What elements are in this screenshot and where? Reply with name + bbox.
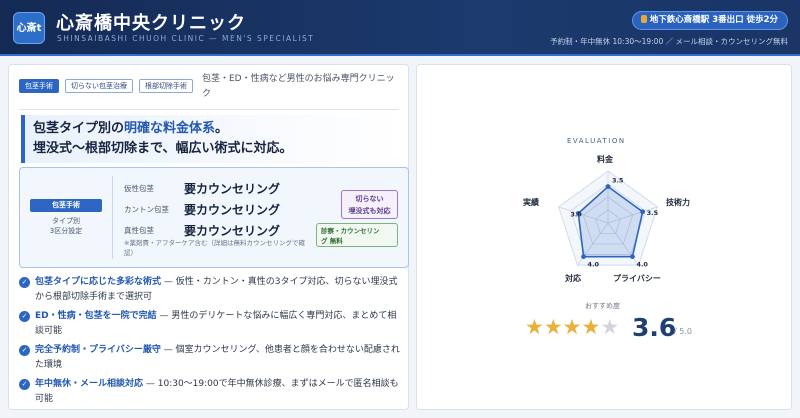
radar-chart: 3.5 3.5 4.0 4.0 3.0 xyxy=(558,170,659,269)
tag-item[interactable]: 根部切除手術 xyxy=(139,79,193,93)
price-type-note: タイプ別 3区分設定 xyxy=(49,217,83,235)
feature-title: 完全予約制・プライバシー厳守 xyxy=(35,345,161,355)
access-text: 地下鉄心斎橋駅 3番出口 徒歩2分 xyxy=(649,15,778,25)
price-row-value: 要カウンセリング xyxy=(184,224,281,238)
feature-title: ED・性病・包茎を一院で完結 xyxy=(35,311,157,321)
check-icon: ✓ xyxy=(19,379,30,390)
access-badge: 地下鉄心斎橋駅 3番出口 徒歩2分 xyxy=(631,11,788,30)
feature-title: 包茎タイプに応じた多彩な術式 xyxy=(35,277,162,287)
price-note: ※薬剤費・アフターケア含む（詳細は無料カウンセリングで確認） xyxy=(124,239,305,257)
radar-value-label: 4.0 xyxy=(636,261,648,269)
non-incision-badge: 切らない 埋没式も対応 xyxy=(341,190,398,219)
clinic-subtitle: SHINSAIBASHI CHUOH CLINIC — MEN'S SPECIA… xyxy=(57,34,315,43)
feature-list: ✓ 包茎タイプに応じた多彩な術式 — 仮性・カントン・真性の3タイプ対応、切らない… xyxy=(19,275,404,411)
star-rating: ★★★★★ xyxy=(525,315,619,339)
clinic-description: 包茎・ED・性病など男性のお悩み専門クリニック xyxy=(202,74,395,99)
headline-box: 包茎タイプ別の明確な料金体系。 埋没式〜根部切除まで、幅広い術式に対応。 xyxy=(21,115,399,163)
evaluation-panel: EVALUATION 3.5 3.5 4.0 4.0 3.0 料金 技術力 プライバシー… xyxy=(416,64,792,410)
free-counseling-badge: 診察・カウンセリング 無料 xyxy=(316,223,398,247)
hours-text: 予約制・年中無休 10:30〜19:00 ／ メール相談・カウンセリング無料 xyxy=(550,37,788,46)
feature-item: ✓ ED・性病・包茎を一院で完結 — 男性のデリケートな悩みに幅広く専門対応、まと… xyxy=(19,309,404,339)
radar-value-label: 3.5 xyxy=(612,177,624,185)
price-row-label: カントン包茎 xyxy=(124,205,169,214)
radar-label-price: 料金 xyxy=(597,155,613,164)
recommend-score: 3.6 xyxy=(632,313,677,342)
treatment-tags: 包茎手術 切らない包茎治療 根部切除手術 xyxy=(19,79,193,93)
radar-label-support: 対応 xyxy=(565,274,581,283)
feature-item: ✓ 完全予約制・プライバシー厳守 — 個室カウンセリング、他患者と顔を合わせない配… xyxy=(19,343,404,373)
radar-value-label: 3.5 xyxy=(647,209,659,217)
tag-item[interactable]: 包茎手術 xyxy=(19,79,59,93)
tag-item[interactable]: 切らない包茎治療 xyxy=(65,79,133,93)
score-max: / 5.0 xyxy=(674,327,692,336)
price-badge: 包茎手術 xyxy=(30,199,102,212)
feature-item: ✓ 包茎タイプに応じた多彩な術式 — 仮性・カントン・真性の3タイプ対応、切らない… xyxy=(19,275,404,305)
price-row: 真性包茎 要カウンセリング xyxy=(124,220,280,238)
radar-point xyxy=(630,254,635,260)
price-row-value: 要カウンセリング xyxy=(184,182,281,196)
clinic-logo[interactable]: 心斎t xyxy=(13,12,45,44)
radar-label-privacy: プライバシー xyxy=(613,274,661,283)
price-divider xyxy=(112,176,113,259)
price-row-label: 仮性包茎 xyxy=(124,184,154,193)
price-row-value: 要カウンセリング xyxy=(184,203,281,217)
price-row: カントン包茎 要カウンセリング xyxy=(124,199,280,217)
radar-point xyxy=(640,209,646,215)
divider xyxy=(19,109,399,110)
radar-value-label: 4.0 xyxy=(588,261,600,269)
star-icon: ★ xyxy=(600,315,620,339)
headline-line-1: 包茎タイプ別の明確な料金体系。 xyxy=(33,121,229,136)
star-icon: ★ xyxy=(543,315,563,339)
radar-value-label: 3.0 xyxy=(570,210,582,218)
evaluation-heading: EVALUATION xyxy=(567,137,626,145)
star-icon: ★ xyxy=(581,315,601,339)
check-icon: ✓ xyxy=(19,277,30,288)
headline-line-2: 埋没式〜根部切除まで、幅広い術式に対応。 xyxy=(33,141,293,156)
radar-label-skill: 技術力 xyxy=(666,198,690,207)
check-icon: ✓ xyxy=(19,345,30,356)
header-bar: 心斎t 心斎橋中央クリニック SHINSAIBASHI CHUOH CLINIC… xyxy=(0,0,800,56)
recommend-label: おすすめ度 xyxy=(585,302,620,310)
headline-highlight: 明確な料金体系 xyxy=(124,121,216,136)
clinic-name: 心斎橋中央クリニック xyxy=(56,13,246,34)
star-icon: ★ xyxy=(562,315,582,339)
price-row: 仮性包茎 要カウンセリング xyxy=(124,178,280,196)
location-pin-icon xyxy=(640,15,647,23)
feature-item: ✓ 年中無休・メール相談対応 — 10:30〜19:00で年中無休診療、まずはメー… xyxy=(19,377,404,407)
price-row-label: 真性包茎 xyxy=(124,226,154,235)
radar-label-record: 実績 xyxy=(523,198,539,207)
radar-point xyxy=(581,254,586,260)
clinic-detail-panel: 包茎手術 切らない包茎治療 根部切除手術 包茎・ED・性病など男性のお悩み専門ク… xyxy=(8,64,409,410)
star-icon: ★ xyxy=(525,315,544,339)
price-box: 包茎手術 タイプ別 3区分設定 仮性包茎 要カウンセリング カントン包茎 要カウンセリ… xyxy=(19,167,409,268)
radar-point xyxy=(605,184,611,189)
feature-title: 年中無休・メール相談対応 xyxy=(35,379,144,389)
check-icon: ✓ xyxy=(19,311,30,322)
